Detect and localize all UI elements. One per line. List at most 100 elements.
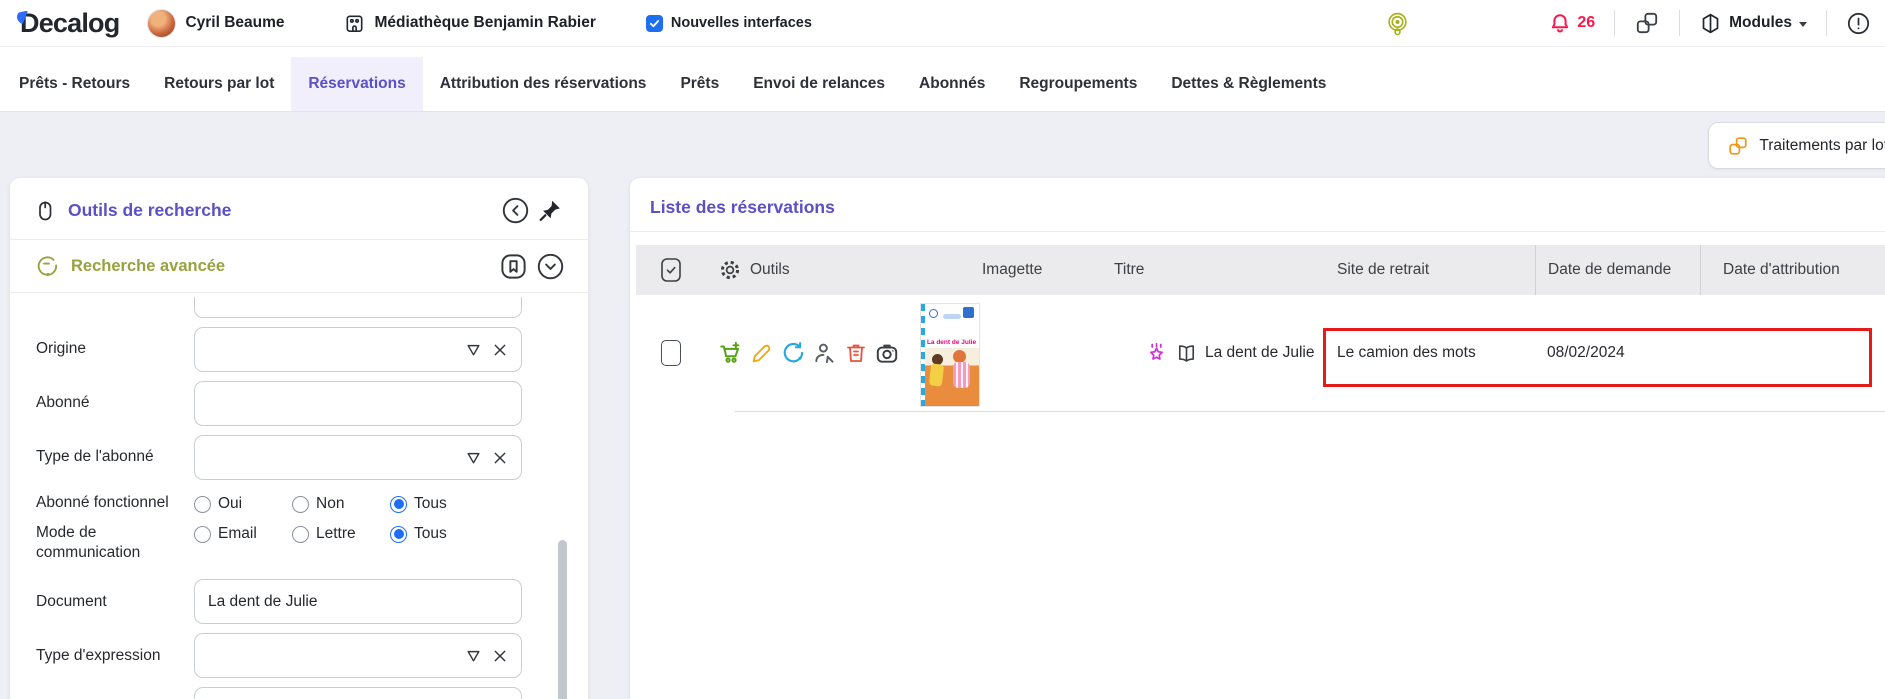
tab-attribution-des-reservations[interactable]: Attribution des réservations [423,57,664,111]
book-cover-thumbnail[interactable]: La dent de Julie [920,303,980,407]
content-area: Traitements par lot Outils de recherche [0,112,1885,699]
radio-option-tous[interactable]: Tous [390,525,447,543]
link-windows-icon[interactable] [1634,10,1660,36]
alert-info-icon[interactable] [1846,11,1871,36]
abonne-fonctionnel-radios: Oui Non Tous [194,493,522,513]
row-actions [706,340,906,366]
field-row-site-depositaire: Site dépositaire [36,687,522,699]
radio-option-email[interactable]: Email [194,525,292,543]
trash-icon[interactable] [844,341,868,365]
search-panel-header: Outils de recherche [10,178,588,239]
origine-combobox[interactable] [194,327,522,372]
abonne-input[interactable] [194,381,522,426]
radio-option-non[interactable]: Non [292,495,390,513]
scrollbar-thumb[interactable] [558,540,567,699]
pin-icon[interactable] [538,198,563,223]
radio-option-tous[interactable]: Tous [390,495,447,513]
batch-processing-button[interactable]: Traitements par lot [1708,122,1885,169]
document-input[interactable]: La dent de Julie [194,579,522,624]
field-label: Abonné fonctionnel [36,493,194,513]
select-all-header[interactable] [636,245,706,295]
mode-communication-radios: Email Lettre Tous [194,523,522,543]
combo-clear-icon[interactable] [492,342,508,358]
radio-icon[interactable] [194,526,211,543]
modules-menu[interactable]: Modules [1699,12,1807,35]
notifications-button[interactable]: 26 [1548,11,1595,35]
cart-plus-icon[interactable] [718,340,744,366]
combo-dropdown-icon[interactable] [465,341,482,358]
type-abonne-combobox[interactable] [194,435,522,480]
collapse-section-icon[interactable] [536,252,565,281]
mouse-icon [33,199,57,223]
app-header: Decalog Cyril Beaume Médiathèque Benjami… [0,0,1885,47]
radio-icon[interactable] [292,496,309,513]
tab-dettes-reglements[interactable]: Dettes & Règlements [1154,57,1343,111]
type-expression-combobox[interactable] [194,633,522,678]
advanced-search-icon [35,254,60,279]
radio-selected-icon[interactable] [390,496,407,513]
app-logo: Decalog [20,10,119,37]
site-depositaire-combobox[interactable] [194,687,522,699]
new-interfaces-label: Nouvelles interfaces [671,15,812,31]
tab-prets[interactable]: Prêts [663,57,736,111]
radio-icon[interactable] [292,526,309,543]
open-book-icon[interactable] [1175,342,1198,365]
tab-regroupements[interactable]: Regroupements [1002,57,1154,111]
advanced-search-actions [499,252,565,281]
radio-option-oui[interactable]: Oui [194,495,292,513]
reservations-panel: Liste des réservations Outils Imagette T… [630,178,1885,699]
titre-cell: La dent de Julie [1086,342,1323,365]
radio-selected-icon[interactable] [390,526,407,543]
user-name: Cyril Beaume [185,14,284,32]
row-divider [735,411,1885,412]
combo-clear-icon[interactable] [492,648,508,664]
collapse-left-icon[interactable] [501,196,530,225]
field-row-abonne-fonctionnel: Abonné fonctionnel Oui Non Tous [36,493,522,513]
field-row-type-expression: Type d'expression [36,633,522,678]
date-demande-header: Date de demande [1535,245,1700,295]
field-label: Origine [36,339,194,359]
bookmark-save-icon[interactable] [499,252,528,281]
chevron-down-icon [1799,22,1807,27]
tab-envoi-de-relances[interactable]: Envoi de relances [736,57,902,111]
batch-icon [1727,135,1749,157]
title-text[interactable]: La dent de Julie [1205,344,1314,362]
radio-icon[interactable] [194,496,211,513]
header-actions: 26 Modules [1385,10,1871,36]
scrolled-field-partial[interactable] [194,297,522,318]
tab-retours-par-lot[interactable]: Retours par lot [147,57,291,111]
checkbox-checked-icon[interactable] [646,15,663,32]
field-label: Abonné [36,393,194,413]
tab-reservations[interactable]: Réservations [291,57,422,111]
advanced-search-header: Recherche avancée [10,240,588,292]
edit-pencil-icon[interactable] [750,341,774,365]
advanced-search-form: Origine Abonné Type de l'abonné [10,297,588,699]
library-name: Médiathèque Benjamin Rabier [375,14,596,32]
tab-prets-retours[interactable]: Prêts - Retours [2,57,147,111]
new-interfaces-toggle[interactable]: Nouvelles interfaces [646,15,812,32]
gear-icon[interactable] [718,258,742,282]
table-header: Outils Imagette Titre Site de retrait Da… [636,245,1885,295]
person-edit-icon[interactable] [812,340,838,366]
cover-title: La dent de Julie [921,338,979,348]
combo-clear-icon[interactable] [492,450,508,466]
search-panel-title: Outils de recherche [68,200,231,221]
combo-dropdown-icon[interactable] [465,647,482,664]
date-demande-cell: 08/02/2024 [1535,344,1700,362]
star-icon[interactable] [1145,342,1168,365]
site-retrait-cell: Le camion des mots [1323,344,1535,362]
library-selector[interactable]: Médiathèque Benjamin Rabier [343,12,596,35]
radio-option-lettre[interactable]: Lettre [292,525,390,543]
avatar[interactable] [147,9,176,38]
divider [1614,10,1615,36]
tab-abonnes[interactable]: Abonnés [902,57,1002,111]
notification-count: 26 [1577,14,1595,32]
camera-icon[interactable] [874,340,900,366]
cover-illustration [921,348,979,406]
signal-icon[interactable] [1385,11,1410,36]
advanced-search-title: Recherche avancée [71,257,225,276]
combo-dropdown-icon[interactable] [465,449,482,466]
row-checkbox[interactable] [661,340,681,366]
refresh-search-icon[interactable] [780,340,806,366]
field-row-document: Document La dent de Julie [36,579,522,624]
